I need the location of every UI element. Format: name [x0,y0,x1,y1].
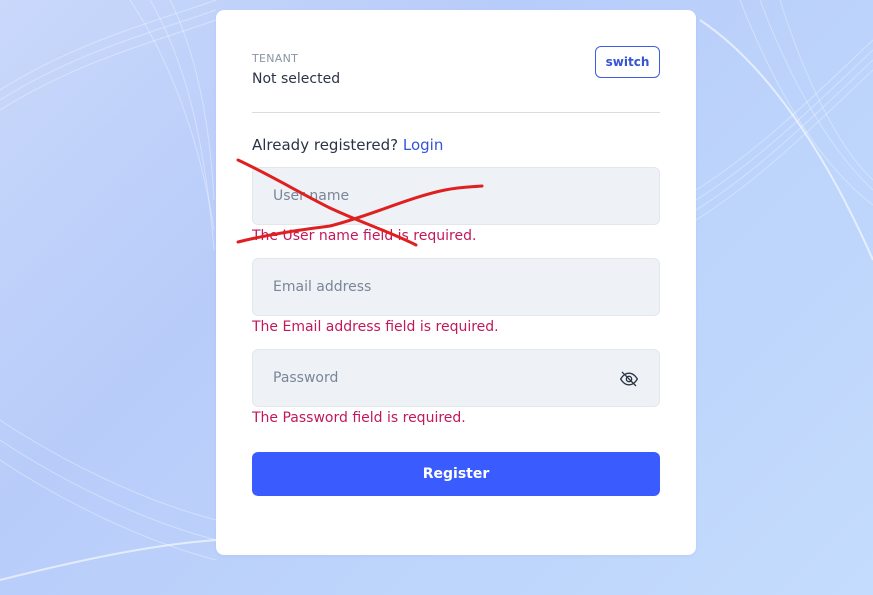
tenant-value: Not selected [252,71,341,87]
login-link[interactable]: Login [403,136,443,154]
switch-tenant-button[interactable]: switch [595,46,660,78]
divider [252,112,660,113]
username-error: The User name field is required. [252,228,477,244]
username-field[interactable] [252,167,660,225]
eye-off-icon[interactable] [619,369,639,389]
password-input[interactable] [253,350,659,406]
email-error: The Email address field is required. [252,319,499,335]
password-error: The Password field is required. [252,410,466,426]
username-input[interactable] [253,168,659,224]
register-card: TENANT Not selected switch Already regis… [216,10,696,555]
login-prompt-text: Already registered? [252,136,399,154]
tenant-info: TENANT Not selected [252,52,340,88]
register-button[interactable]: Register [252,452,660,496]
email-field[interactable] [252,258,660,316]
tenant-label: TENANT [252,52,299,65]
login-prompt: Already registered? Login [252,136,443,154]
password-field[interactable] [252,349,660,407]
email-input[interactable] [253,259,659,315]
